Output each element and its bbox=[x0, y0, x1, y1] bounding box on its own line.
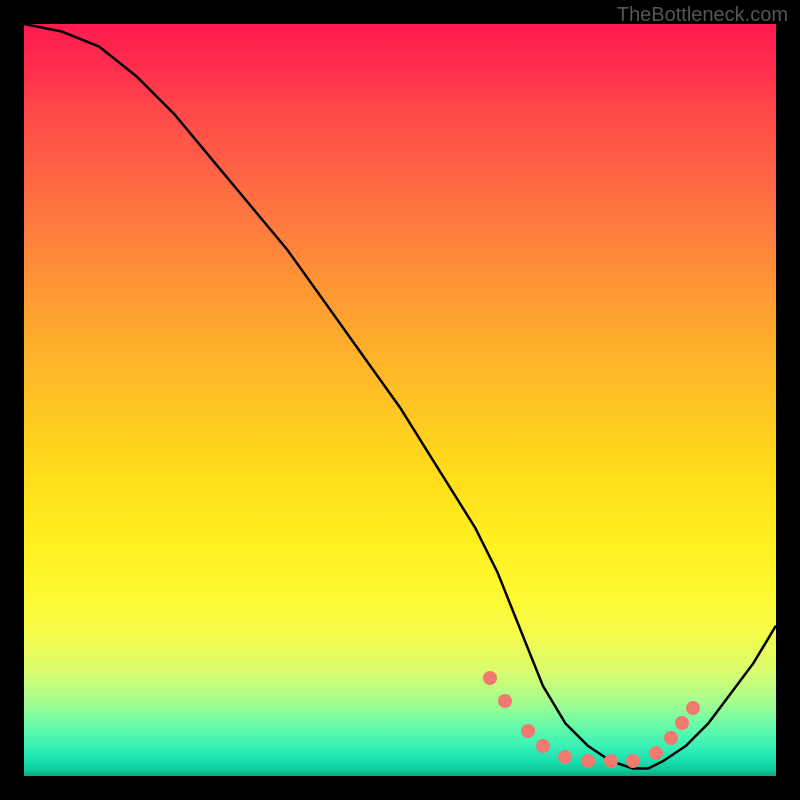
curve-marker bbox=[675, 716, 689, 730]
curve-marker bbox=[483, 671, 497, 685]
curve-marker bbox=[664, 731, 678, 745]
marker-layer bbox=[24, 24, 776, 776]
curve-marker bbox=[536, 739, 550, 753]
curve-marker bbox=[558, 750, 572, 764]
curve-marker bbox=[521, 724, 535, 738]
curve-marker bbox=[604, 754, 618, 768]
curve-marker bbox=[649, 746, 663, 760]
curve-marker bbox=[581, 754, 595, 768]
curve-marker bbox=[626, 754, 640, 768]
curve-marker bbox=[498, 694, 512, 708]
curve-marker bbox=[686, 701, 700, 715]
watermark-text: TheBottleneck.com bbox=[617, 4, 788, 27]
plot-area bbox=[24, 24, 776, 776]
